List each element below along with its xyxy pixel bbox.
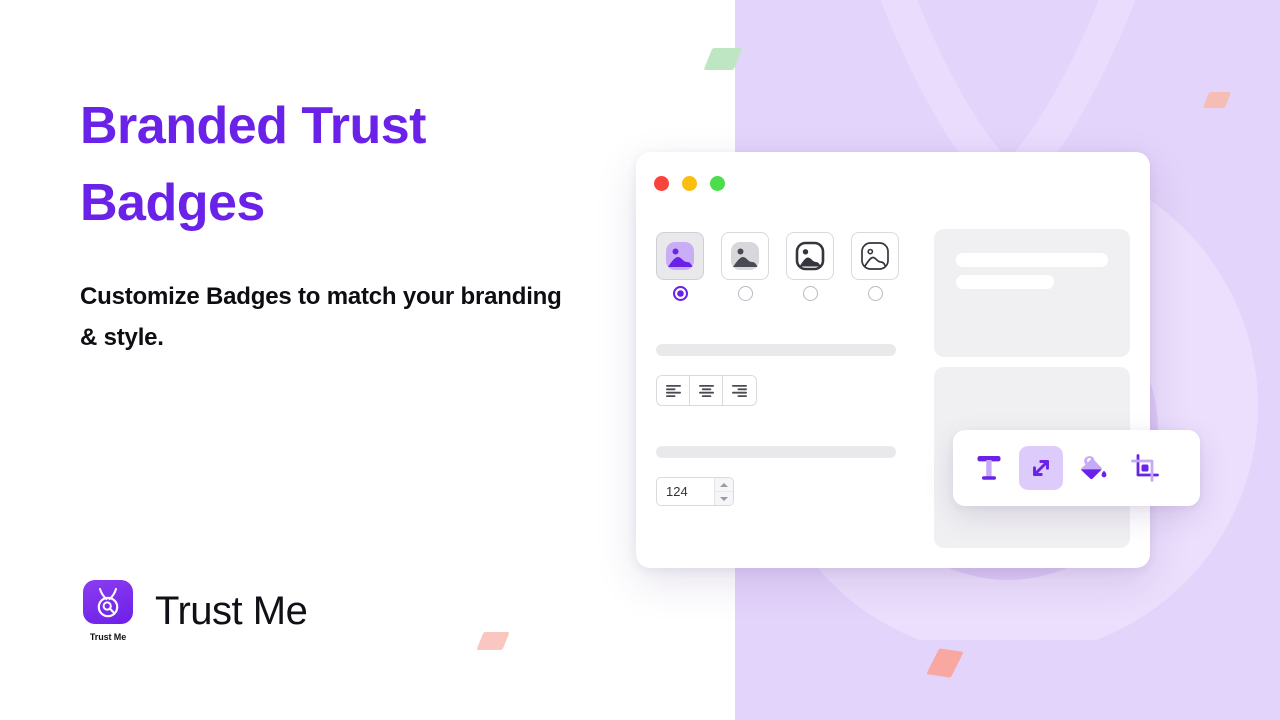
resize-tool-button[interactable]	[1019, 446, 1063, 490]
preview-card-top	[934, 229, 1130, 357]
number-input-value[interactable]: 124	[657, 478, 714, 505]
preview-line-2	[956, 275, 1054, 289]
confetti-pink-3	[1202, 92, 1232, 108]
field-label-placeholder-2	[656, 446, 896, 458]
number-increment-button[interactable]	[715, 478, 733, 492]
preview-line-1	[956, 253, 1108, 267]
badge-style-option-3[interactable]	[786, 232, 834, 280]
confetti-pink-1	[476, 632, 510, 650]
image-outline-icon	[861, 242, 889, 270]
badge-style-radio-3[interactable]	[802, 286, 818, 301]
paint-bucket-tool-button[interactable]	[1071, 446, 1115, 490]
text-align-control	[656, 375, 757, 406]
page-subtitle: Customize Badges to match your branding …	[80, 283, 562, 351]
brand-name: Trust Me	[155, 588, 308, 633]
text-tool-icon	[977, 456, 1001, 480]
align-right-button[interactable]	[723, 376, 756, 405]
badge-style-options	[656, 232, 899, 280]
image-filled-purple-icon	[666, 242, 694, 270]
confetti-green	[703, 48, 743, 70]
window-close-button[interactable]	[654, 176, 669, 191]
window-traffic-lights	[654, 176, 725, 191]
brand-tile	[83, 580, 133, 624]
badge-style-radio-2[interactable]	[737, 286, 753, 301]
window-minimize-button[interactable]	[682, 176, 697, 191]
window-maximize-button[interactable]	[710, 176, 725, 191]
field-label-placeholder-1	[656, 344, 896, 356]
image-filled-gray-icon	[731, 242, 759, 270]
crop-tool-icon	[1131, 454, 1159, 482]
align-center-icon	[698, 384, 714, 397]
number-input[interactable]: 124	[656, 477, 734, 506]
text-tool-button[interactable]	[967, 446, 1011, 490]
promo-banner: Branded Trust Badges Customize Badges to…	[0, 0, 1280, 720]
crop-tool-button[interactable]	[1123, 446, 1167, 490]
align-center-button[interactable]	[690, 376, 723, 405]
brand-logo: Trust Me Trust Me	[79, 578, 308, 644]
align-left-button[interactable]	[657, 376, 690, 405]
badge-style-radio-group	[656, 286, 899, 301]
floating-edit-toolbar	[953, 430, 1200, 506]
brand-badge-label: Trust Me	[89, 632, 127, 642]
bug-magnifier-icon	[97, 587, 119, 618]
align-right-icon	[732, 384, 747, 397]
badge-style-radio-1[interactable]	[672, 286, 688, 301]
badge-style-option-1[interactable]	[656, 232, 704, 280]
badge-style-radio-4[interactable]	[867, 286, 883, 301]
caret-up-icon	[720, 482, 728, 487]
resize-tool-icon	[1033, 460, 1049, 476]
badge-style-option-2[interactable]	[721, 232, 769, 280]
brand-mark: Trust Me	[79, 578, 137, 644]
align-left-icon	[665, 384, 681, 397]
badge-style-option-4[interactable]	[851, 232, 899, 280]
paint-bucket-tool-icon	[1080, 456, 1107, 480]
confetti-pink-2	[926, 648, 964, 678]
page-title: Branded Trust Badges	[80, 97, 427, 232]
number-input-spinners	[714, 478, 733, 505]
image-outline-filled-icon	[795, 241, 825, 271]
number-decrement-button[interactable]	[715, 492, 733, 505]
caret-down-icon	[720, 496, 728, 501]
